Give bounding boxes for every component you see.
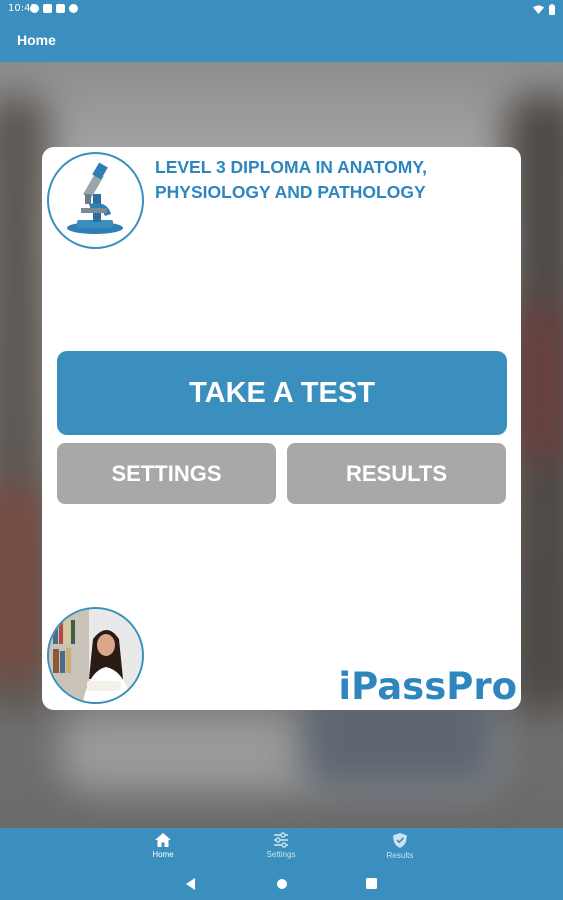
nav-settings-label: Settings: [266, 850, 296, 859]
microscope-icon: [67, 162, 123, 234]
recents-icon[interactable]: [366, 878, 377, 889]
shield-icon: [393, 833, 407, 848]
bottom-nav: Home Settings Results: [0, 828, 563, 870]
student-image: [47, 607, 144, 704]
notification-icon: [30, 4, 39, 13]
back-icon[interactable]: [186, 878, 196, 890]
nav-settings[interactable]: Settings: [246, 832, 316, 859]
notification-icon: [56, 4, 65, 13]
main-card: LEVEL 3 DIPLOMA IN ANATOMY, PHYSIOLOGY A…: [42, 147, 521, 710]
battery-icon: [549, 4, 555, 15]
notification-icon: [43, 4, 52, 13]
nav-home[interactable]: Home: [128, 832, 198, 859]
system-nav-bar: [0, 870, 563, 900]
app-bar: Home: [0, 20, 563, 62]
brand-logo: iPassPro: [338, 665, 517, 708]
microscope-logo: [47, 152, 144, 249]
settings-button[interactable]: SETTINGS: [57, 443, 276, 504]
status-indicators: [533, 4, 555, 15]
status-notification-icons: [30, 4, 78, 13]
home-icon: [155, 833, 171, 847]
nav-results-label: Results: [386, 851, 414, 860]
page-title: Home: [17, 32, 56, 48]
course-title: LEVEL 3 DIPLOMA IN ANATOMY, PHYSIOLOGY A…: [155, 157, 427, 202]
wifi-icon: [533, 5, 544, 14]
nav-results[interactable]: Results: [365, 832, 435, 860]
notification-icon: [69, 4, 78, 13]
student-reading-illustration: [49, 609, 142, 702]
take-test-button[interactable]: TAKE A TEST: [57, 351, 507, 435]
nav-home-label: Home: [152, 850, 174, 859]
status-bar: 10:42: [0, 0, 563, 20]
sliders-icon: [274, 832, 288, 848]
home-circle-icon[interactable]: [276, 878, 288, 890]
results-button[interactable]: RESULTS: [287, 443, 506, 504]
